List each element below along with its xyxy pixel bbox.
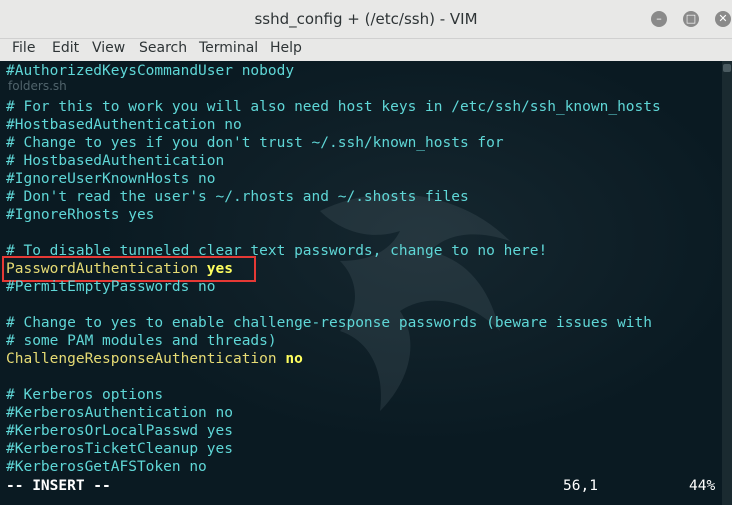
scrollbar-thumb[interactable] [723, 64, 731, 72]
code-line: # HostbasedAuthentication [6, 153, 225, 169]
menu-file[interactable]: File [12, 40, 35, 56]
code-line: #AuthorizedKeysCommandUser nobody [6, 63, 295, 79]
menu-view[interactable]: View [92, 40, 125, 56]
background-ghost-label: folders.sh [8, 79, 67, 93]
code-line: # For this to work you will also need ho… [6, 99, 661, 115]
code-line: #IgnoreUserKnownHosts no [6, 171, 216, 187]
close-icon[interactable]: ✕ [715, 11, 731, 27]
menu-search[interactable]: Search [139, 40, 187, 56]
challenge-auth-key: ChallengeResponseAuthentication [6, 351, 277, 367]
code-line: # Kerberos options [6, 387, 164, 403]
minimize-icon[interactable]: – [651, 11, 667, 27]
code-line: # Change to yes if you don't trust ~/.ss… [6, 135, 504, 151]
challenge-auth-line: ChallengeResponseAuthentication no [6, 350, 303, 368]
vim-terminal-window: sshd_config + (/etc/ssh) - VIM – □ ✕ Fil… [0, 0, 732, 505]
code-line: #KerberosGetAFSToken no [6, 459, 207, 475]
code-line: #PermitEmptyPasswords no [6, 279, 216, 295]
code-line: # Don't read the user's ~/.rhosts and ~/… [6, 189, 469, 205]
window-title: sshd_config + (/etc/ssh) - VIM [254, 10, 478, 28]
menu-terminal[interactable]: Terminal [199, 40, 258, 56]
code-line: #HostbasedAuthentication no [6, 117, 242, 133]
challenge-auth-value: no [285, 351, 303, 367]
scrollbar[interactable] [722, 61, 732, 505]
code-line: #IgnoreRhosts yes [6, 207, 155, 223]
code-line: # some PAM modules and threads) [6, 333, 277, 349]
menu-bar: File Edit View Search Terminal Help [0, 39, 732, 61]
code-line: #KerberosTicketCleanup yes [6, 441, 233, 457]
code-line: #KerberosOrLocalPasswd yes [6, 423, 233, 439]
code-line: # Change to yes to enable challenge-resp… [6, 315, 653, 331]
maximize-icon[interactable]: □ [683, 11, 699, 27]
vim-mode-indicator: -- INSERT -- [6, 478, 111, 494]
menu-edit[interactable]: Edit [52, 40, 79, 56]
code-line: #KerberosAuthentication no [6, 405, 233, 421]
scroll-percent: 44% [689, 478, 716, 494]
kali-dragon-watermark-icon [320, 194, 510, 411]
title-bar[interactable]: sshd_config + (/etc/ssh) - VIM – □ ✕ [0, 0, 732, 39]
cursor-position: 56,1 [563, 478, 598, 494]
menu-help[interactable]: Help [270, 40, 302, 56]
